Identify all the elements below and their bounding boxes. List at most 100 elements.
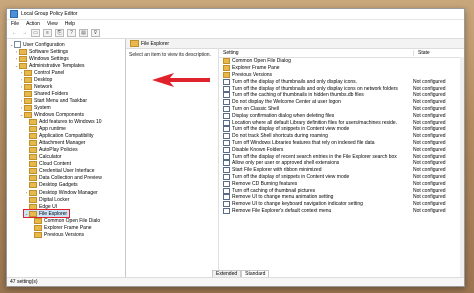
table-row[interactable]: Location where all default Library defin…	[219, 119, 464, 126]
tree-node[interactable]: › Windows Settings	[14, 55, 125, 62]
column-state[interactable]: State	[413, 50, 464, 56]
table-row[interactable]: Turn off the caching of thumbnails in hi…	[219, 92, 464, 99]
table-row[interactable]: Remove UI to change menu animation setti…	[219, 194, 464, 201]
folder-icon	[223, 71, 230, 78]
tree-node-label: Explorer Frame Pane	[44, 224, 92, 231]
setting-icon	[223, 99, 230, 106]
tree-node[interactable]: › Network	[19, 83, 125, 90]
table-row[interactable]: Allow only per user or approved shell ex…	[219, 160, 464, 167]
table-row[interactable]: Previous Versions	[219, 71, 464, 79]
table-row[interactable]: Turn off the display of thumbnails and o…	[219, 78, 464, 85]
folder-icon	[34, 217, 42, 224]
folder-icon	[29, 147, 37, 154]
setting-name: Start File Explorer with ribbon minimize…	[232, 167, 322, 174]
folder-icon	[29, 168, 37, 175]
tree-node[interactable]: Shared Folders	[19, 90, 125, 97]
filter-icon[interactable]: ⊽	[91, 29, 100, 37]
setting-icon	[223, 207, 230, 214]
setting-name: Remove CD Burning features	[232, 180, 298, 187]
help-icon[interactable]: ?	[67, 29, 76, 37]
setting-name: Turn off caching of thumbnail pictures	[232, 187, 316, 194]
setting-name: Common Open File Dialog	[232, 58, 291, 65]
table-row[interactable]: Remove CD Burning features Not configured	[219, 180, 464, 187]
arrow-right-icon[interactable]: →	[21, 30, 28, 36]
tree-node[interactable]: ⌄ File Explorer	[22, 209, 71, 219]
tree-node-label: Common Open File Dialo	[44, 217, 101, 224]
table-row[interactable]: Turn off the display of snippets in Cont…	[219, 173, 464, 181]
tree-node-label: Shared Folders	[34, 90, 69, 97]
tree-node[interactable]: ⌄ User Configuration	[9, 41, 125, 49]
tree-node[interactable]: Cloud Content	[24, 161, 125, 168]
setting-icon	[223, 105, 230, 112]
setting-icon	[223, 153, 230, 160]
tree-node-label: Desktop	[34, 76, 53, 83]
table-row[interactable]: Display confirmation dialog when deletin…	[219, 112, 464, 119]
tree-node[interactable]: Calculator	[24, 154, 125, 161]
tree-node[interactable]: Desktop Gadgets	[24, 182, 125, 189]
tree-node[interactable]: › System	[19, 104, 125, 111]
table-row[interactable]: Turn off Windows Libraries features that…	[219, 139, 464, 147]
tree-node[interactable]: Application Compatibility	[24, 133, 125, 140]
setting-state: Not configured	[413, 139, 446, 146]
tree-node[interactable]: › Desktop Window Manager	[24, 189, 125, 196]
setting-icon	[223, 187, 230, 194]
tree-node[interactable]: Credential User Interface	[24, 168, 125, 175]
tree-node[interactable]: Data Collection and Preview	[24, 175, 125, 182]
table-row[interactable]: Remove UI to change keyboard navigation …	[219, 201, 464, 208]
setting-state: Not configured	[413, 133, 446, 140]
table-row[interactable]: Start File Explorer with ribbon minimize…	[219, 167, 464, 174]
policy-icon	[14, 41, 21, 49]
tree-node[interactable]: Common Open File Dialo	[29, 217, 125, 224]
vertical-scrollbar[interactable]	[460, 57, 464, 278]
table-row[interactable]: Explorer Frame Pane	[219, 65, 464, 72]
setting-state: Not configured	[413, 126, 446, 133]
setting-name: Remove File Explorer's default context m…	[232, 207, 332, 214]
folder-icon	[29, 196, 37, 203]
tree-node[interactable]: Edge UI	[24, 203, 125, 210]
menu-action[interactable]: Action	[26, 21, 40, 27]
tree-node[interactable]: Explorer Frame Pane	[29, 224, 125, 231]
table-row[interactable]: Turn off caching of thumbnail pictures No…	[219, 187, 464, 194]
show-hide-tree-icon[interactable]: ▭	[31, 29, 40, 37]
setting-icon	[223, 85, 230, 92]
properties-icon[interactable]: ▤	[79, 29, 88, 37]
setting-state: Not configured	[413, 85, 446, 92]
table-row[interactable]: Turn off the display of recent search en…	[219, 153, 464, 160]
tree-node[interactable]: Digital Locker	[24, 196, 125, 203]
export-list-icon[interactable]: ⎘	[55, 29, 64, 37]
tree-node-label: Previous Versions	[44, 231, 85, 238]
setting-icon	[223, 180, 230, 187]
tree-node[interactable]: Previous Versions	[29, 231, 125, 238]
tree-node-label: App runtime	[39, 126, 66, 133]
table-row[interactable]: Turn off the display of thumbnails and o…	[219, 85, 464, 92]
tree-node[interactable]: Attachment Manager	[24, 140, 125, 147]
setting-name: Allow only per user or approved shell ex…	[232, 160, 340, 167]
table-row[interactable]: Do not track Shell shortcuts during roam…	[219, 133, 464, 140]
menu-file[interactable]: File	[11, 21, 19, 27]
menu-view[interactable]: View	[47, 21, 58, 27]
table-row[interactable]: Do not display the Welcome Center at use…	[219, 99, 464, 106]
table-row[interactable]: Turn on Classic Shell Not configured	[219, 105, 464, 113]
setting-name: Explorer Frame Pane	[232, 65, 280, 72]
table-row[interactable]: Common Open File Dialog	[219, 58, 464, 65]
table-row[interactable]: Disable Known Folders Not configured	[219, 146, 464, 153]
tree-node[interactable]: ⌄ Windows Components	[19, 111, 125, 118]
tree-node[interactable]: › Desktop	[19, 76, 125, 83]
column-setting[interactable]: Setting	[219, 50, 413, 56]
tree-node[interactable]: ⌄ Administrative Templates	[14, 62, 125, 69]
list-icon[interactable]: ≡	[43, 29, 52, 37]
tree-node[interactable]: › Software Settings	[14, 48, 125, 55]
table-row[interactable]: Remove File Explorer's default context m…	[219, 207, 464, 215]
table-row[interactable]: Turn off the display of snippets in Cont…	[219, 126, 464, 133]
tree-node[interactable]: › Control Panel	[19, 69, 125, 76]
tree-node[interactable]: App runtime	[24, 126, 125, 133]
setting-name: Display confirmation dialog when deletin…	[232, 112, 335, 119]
tree-node[interactable]: › Start Menu and Taskbar	[19, 97, 125, 104]
tree-node[interactable]: Add features to Windows 10	[24, 119, 125, 126]
list-header: Setting State	[219, 49, 464, 58]
setting-icon	[223, 160, 230, 167]
menu-help[interactable]: Help	[65, 21, 75, 27]
tree-node[interactable]: AutoPlay Policies	[24, 147, 125, 154]
folder-icon	[34, 224, 42, 231]
arrow-left-icon[interactable]: ←	[11, 30, 18, 36]
